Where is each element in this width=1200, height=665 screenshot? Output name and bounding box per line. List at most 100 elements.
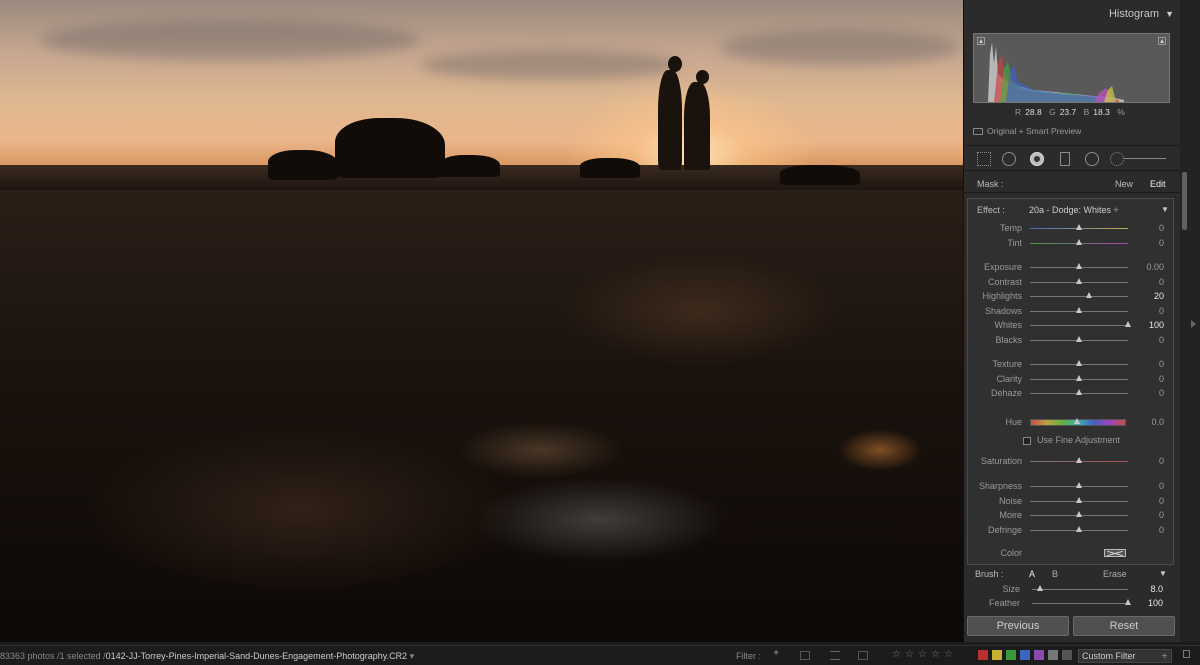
crop-overlay-icon[interactable]: [977, 152, 991, 166]
clarity-value[interactable]: 0: [1159, 374, 1164, 384]
color-swatch[interactable]: [1104, 549, 1126, 557]
fine-adjustment-row[interactable]: Use Fine Adjustment: [1023, 435, 1173, 445]
file-path[interactable]: 83363 photos /1 selected /0142-JJ-Torrey…: [0, 651, 414, 662]
saturation-thumb[interactable]: [1076, 457, 1082, 463]
effect-panel: Effect : 20a - Dodge: Whites ÷ ▼ Temp 0 Ti…: [967, 198, 1174, 565]
brush-a-button[interactable]: A: [1029, 569, 1035, 579]
mask-new-button[interactable]: New: [1115, 179, 1133, 189]
previous-button[interactable]: Previous: [967, 616, 1069, 636]
noise-thumb[interactable]: [1076, 496, 1082, 503]
smart-preview-status[interactable]: Original + Smart Preview: [973, 126, 1081, 136]
hue-value[interactable]: 0.0: [1151, 417, 1164, 427]
brush-collapse-icon[interactable]: ▼: [1159, 569, 1167, 578]
panel-scrollbar[interactable]: [1180, 0, 1200, 642]
color-label-swatch-4[interactable]: [1020, 650, 1030, 660]
defringe-thumb[interactable]: [1076, 525, 1082, 532]
rating-star-4[interactable]: ☆: [931, 649, 940, 660]
noise-value[interactable]: 0: [1159, 496, 1164, 506]
contrast-value[interactable]: 0: [1159, 277, 1164, 287]
panel-scrollbar-thumb[interactable]: [1182, 172, 1187, 230]
texture-value[interactable]: 0: [1159, 359, 1164, 369]
clarity-thumb[interactable]: [1076, 374, 1082, 381]
effect-collapse-icon[interactable]: ▼: [1161, 205, 1169, 214]
color-label-swatch-7[interactable]: [1062, 650, 1072, 660]
fine-adjustment-label: Use Fine Adjustment: [1037, 435, 1121, 445]
whites-thumb[interactable]: [1125, 321, 1131, 328]
hue-thumb[interactable]: [1074, 418, 1080, 424]
rating-star-5[interactable]: ☆: [944, 649, 953, 660]
effect-preset-select[interactable]: 20a - Dodge: Whites ÷: [1029, 205, 1118, 215]
color-label-swatch-5[interactable]: [1034, 650, 1044, 660]
tint-thumb[interactable]: [1076, 238, 1082, 245]
moire-thumb[interactable]: [1076, 511, 1082, 518]
shadows-thumb[interactable]: [1076, 306, 1082, 313]
radial-filter-icon[interactable]: [1085, 152, 1099, 166]
brush-feather-value[interactable]: 100: [1148, 598, 1163, 608]
slider-row-moire: Moire 0: [968, 508, 1175, 522]
panel-toggle-arrow-icon[interactable]: [1191, 320, 1196, 328]
saturation-value[interactable]: 0: [1159, 456, 1164, 466]
rejected-icon[interactable]: [858, 651, 868, 660]
brush-b-button[interactable]: B: [1052, 569, 1058, 579]
color-label-swatch-2[interactable]: [992, 650, 1002, 660]
texture-thumb[interactable]: [1076, 360, 1082, 366]
whites-track[interactable]: [1030, 325, 1128, 327]
develop-right-panel: Histogram ▼ R 28.8 G 23.7 B 18.3 % Original …: [963, 0, 1181, 642]
tool-slider[interactable]: [1124, 158, 1166, 159]
highlights-thumb[interactable]: [1085, 292, 1092, 299]
highlights-value[interactable]: 20: [1154, 291, 1164, 301]
list-filter-icon[interactable]: [830, 651, 840, 660]
color-label-swatch-1[interactable]: [978, 650, 988, 660]
sharpness-value[interactable]: 0: [1159, 481, 1164, 491]
blacks-value[interactable]: 0: [1159, 335, 1164, 345]
exposure-thumb[interactable]: [1076, 263, 1082, 269]
histogram-display[interactable]: [973, 33, 1170, 103]
slider-row-sharpness: Sharpness 0: [968, 479, 1175, 493]
rating-star-3[interactable]: ☆: [918, 649, 927, 660]
collapse-triangle-icon[interactable]: ▼: [1165, 9, 1174, 19]
brush-size-value[interactable]: 8.0: [1150, 584, 1163, 594]
flag-icon[interactable]: ✦: [772, 648, 782, 659]
histogram-header[interactable]: Histogram ▼: [964, 8, 1174, 20]
brush-erase-button[interactable]: Erase: [1103, 569, 1127, 579]
filter-lock-icon[interactable]: [1183, 650, 1190, 658]
spot-removal-icon[interactable]: [1002, 152, 1016, 166]
color-label-swatch-6[interactable]: [1048, 650, 1058, 660]
color-label-swatch-3[interactable]: [1006, 650, 1016, 660]
custom-filter-select[interactable]: Custom Filter ÷: [1078, 649, 1172, 663]
dehaze-value[interactable]: 0: [1159, 388, 1164, 398]
mask-edit-button[interactable]: Edit: [1150, 179, 1166, 189]
moire-value[interactable]: 0: [1159, 510, 1164, 520]
contrast-thumb[interactable]: [1076, 277, 1082, 284]
brush-size-track[interactable]: [1032, 589, 1128, 590]
sharpness-thumb[interactable]: [1076, 482, 1082, 488]
brush-feather-track[interactable]: [1032, 603, 1128, 604]
fine-adjustment-checkbox[interactable]: [1023, 436, 1031, 445]
exposure-value[interactable]: 0.00: [1146, 262, 1164, 272]
photo-preview[interactable]: [0, 0, 963, 642]
shadows-value[interactable]: 0: [1159, 306, 1164, 316]
slider-row-defringe: Defringe 0: [968, 523, 1175, 537]
blacks-thumb[interactable]: [1076, 336, 1082, 342]
rating-star-1[interactable]: ☆: [892, 649, 901, 660]
brush-size-thumb[interactable]: [1036, 585, 1043, 591]
unflagged-icon[interactable]: [800, 651, 810, 660]
graduated-filter-icon[interactable]: [1060, 152, 1070, 166]
selected-filename[interactable]: 0142-JJ-Torrey-Pines-Imperial-Sand-Dunes…: [106, 651, 407, 661]
highlights-track[interactable]: [1030, 296, 1128, 298]
rating-star-2[interactable]: ☆: [905, 649, 914, 660]
dehaze-thumb[interactable]: [1076, 389, 1082, 396]
whites-value[interactable]: 100: [1149, 320, 1164, 330]
cloud: [40, 20, 420, 60]
temp-thumb[interactable]: [1076, 224, 1082, 230]
reset-button[interactable]: Reset: [1073, 616, 1175, 636]
adjustment-brush-icon[interactable]: [1030, 152, 1044, 166]
defringe-label: Defringe: [987, 524, 1022, 535]
filename-dropdown-icon[interactable]: ▾: [410, 651, 415, 661]
range-mask-icon[interactable]: [1110, 152, 1124, 166]
temp-value[interactable]: 0: [1159, 223, 1164, 233]
tint-value[interactable]: 0: [1159, 238, 1164, 248]
defringe-value[interactable]: 0: [1159, 525, 1164, 535]
brush-feather-thumb[interactable]: [1125, 599, 1131, 605]
slider-row-texture: Texture 0: [968, 357, 1175, 371]
